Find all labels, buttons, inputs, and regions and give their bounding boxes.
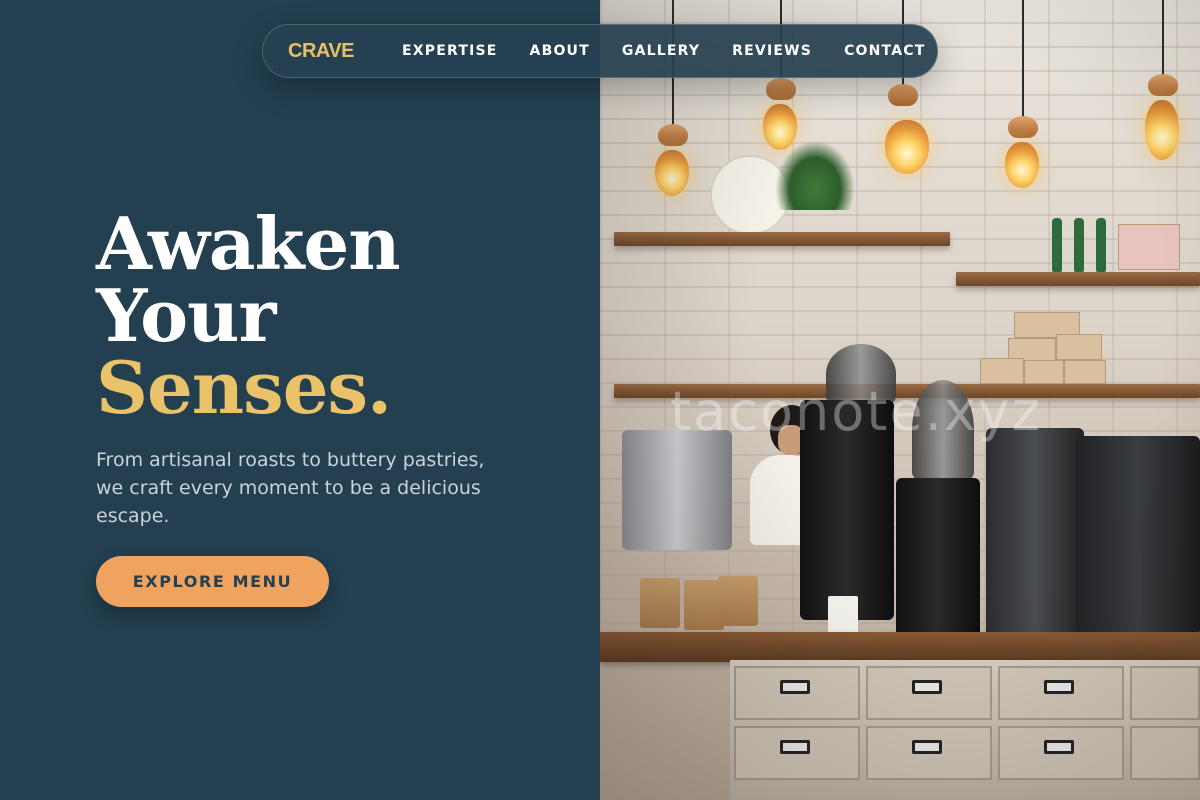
nav-link-expertise[interactable]: EXPERTISE <box>402 43 498 59</box>
cafe-photo: taconote.xyz <box>600 0 1200 800</box>
nav-link-about[interactable]: ABOUT <box>530 43 590 59</box>
nav-link-gallery[interactable]: GALLERY <box>622 43 700 59</box>
hero-title-line-2: Your <box>96 273 276 358</box>
explore-menu-button[interactable]: EXPLORE MENU <box>96 556 329 607</box>
hero-title-accent: Senses. <box>96 345 392 430</box>
nav-link-contact[interactable]: CONTACT <box>844 43 925 59</box>
photo-watermark: taconote.xyz <box>670 380 1043 443</box>
main-nav: CRAVE EXPERTISE ABOUT GALLERY REVIEWS CO… <box>262 24 938 78</box>
brand-logo[interactable]: CRAVE <box>288 40 402 63</box>
nav-link-reviews[interactable]: REVIEWS <box>732 43 812 59</box>
hero-title: Awaken Your Senses. <box>96 201 401 430</box>
nav-links: EXPERTISE ABOUT GALLERY REVIEWS CONTACT <box>402 43 925 59</box>
hero-title-line-1: Awaken <box>96 201 401 286</box>
hero-subtitle: From artisanal roasts to buttery pastrie… <box>96 449 485 527</box>
